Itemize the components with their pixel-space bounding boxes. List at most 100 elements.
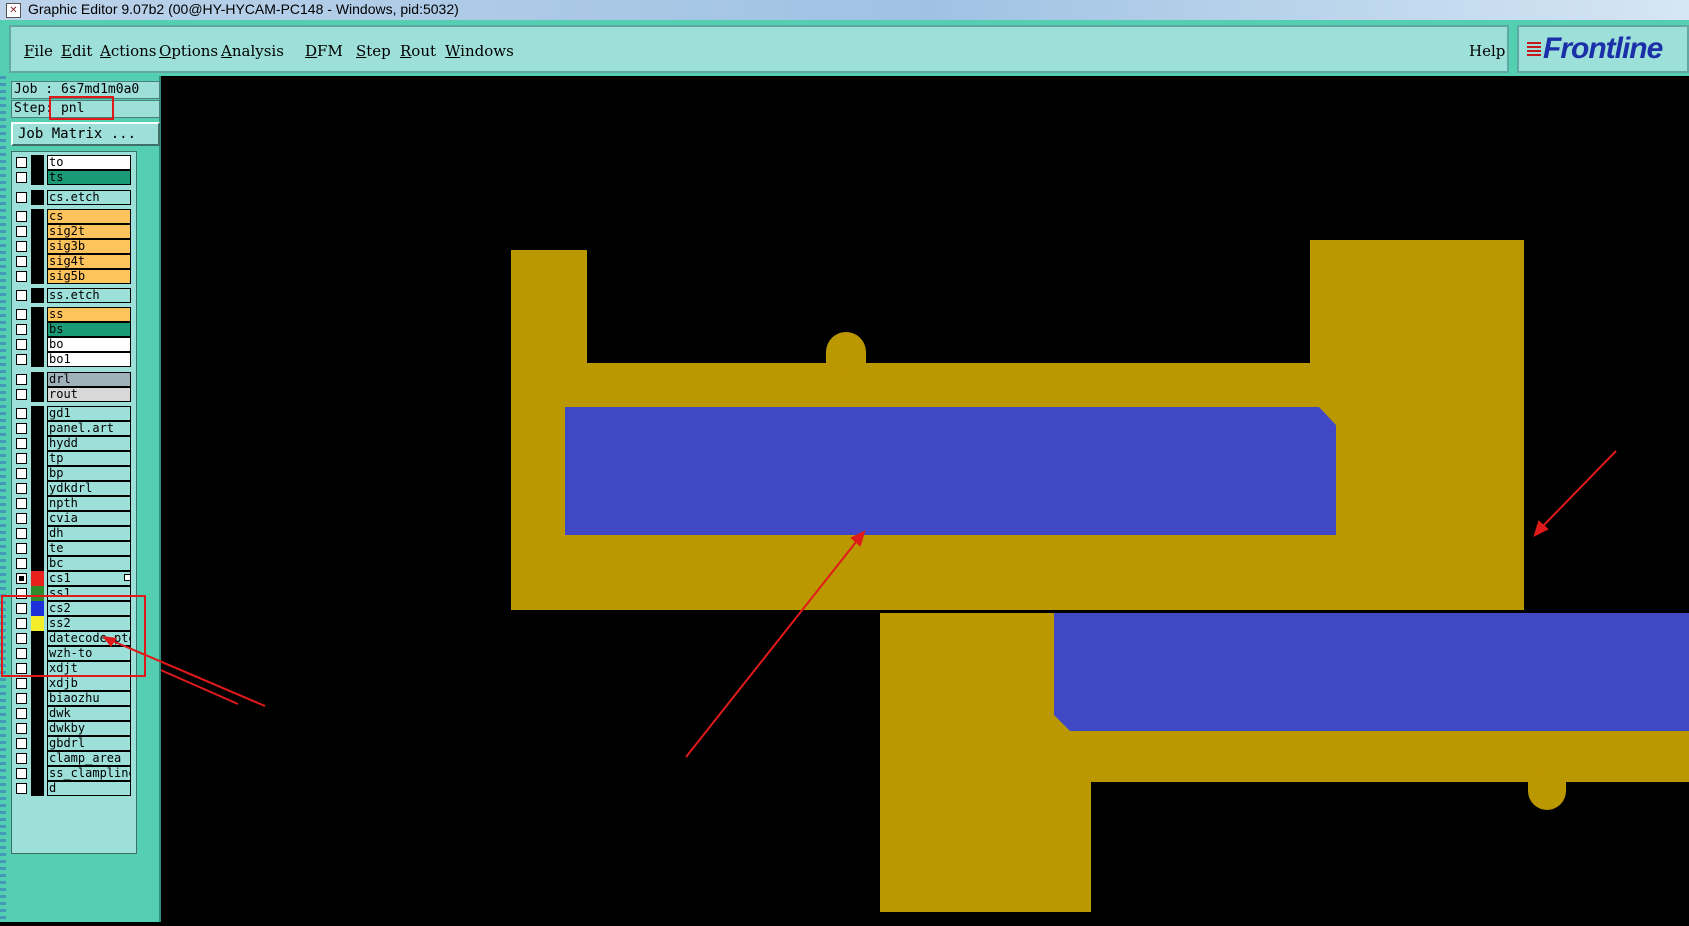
layer-row[interactable]: bs	[14, 322, 131, 337]
layer-row[interactable]: npth	[14, 496, 131, 511]
layer-color-swatch[interactable]	[31, 387, 44, 402]
menu-analysis[interactable]: Analysis	[221, 42, 284, 60]
layer-color-swatch[interactable]	[31, 541, 44, 556]
layer-color-swatch[interactable]	[31, 352, 44, 367]
layer-row[interactable]: bo	[14, 337, 131, 352]
layer-checkbox[interactable]	[16, 290, 27, 301]
layer-color-swatch[interactable]	[31, 736, 44, 751]
layer-checkbox[interactable]	[16, 226, 27, 237]
layer-name[interactable]: cs	[47, 209, 131, 224]
layer-row[interactable]: ydkdrl	[14, 481, 131, 496]
layer-checkbox[interactable]	[16, 271, 27, 282]
layer-checkbox[interactable]	[16, 157, 27, 168]
layer-row[interactable]: bc	[14, 556, 131, 571]
layer-color-swatch[interactable]	[31, 781, 44, 796]
layer-color-swatch[interactable]	[31, 337, 44, 352]
layer-checkbox[interactable]	[16, 513, 27, 524]
layer-row[interactable]: d	[14, 781, 131, 796]
layer-checkbox[interactable]	[16, 498, 27, 509]
layer-row[interactable]: sig3b	[14, 239, 131, 254]
layer-color-swatch[interactable]	[31, 209, 44, 224]
layer-checkbox[interactable]	[16, 708, 27, 719]
menu-dfm[interactable]: DFM	[305, 42, 343, 60]
menu-file[interactable]: File	[24, 42, 53, 60]
layer-checkbox[interactable]	[16, 324, 27, 335]
layer-name[interactable]: drl	[47, 372, 131, 387]
layer-color-swatch[interactable]	[31, 556, 44, 571]
menu-options[interactable]: Options	[159, 42, 218, 60]
layer-checkbox[interactable]	[16, 256, 27, 267]
menu-help[interactable]: Help	[1469, 42, 1505, 60]
layer-row[interactable]: drl	[14, 372, 131, 387]
layer-row[interactable]: sig4t	[14, 254, 131, 269]
layer-color-swatch[interactable]	[31, 421, 44, 436]
layer-row[interactable]: bo1	[14, 352, 131, 367]
layer-row[interactable]: hydd	[14, 436, 131, 451]
layer-checkbox[interactable]	[16, 783, 27, 794]
layer-name[interactable]: cvia	[47, 511, 131, 526]
layer-color-swatch[interactable]	[31, 766, 44, 781]
layer-name[interactable]: gbdrl	[47, 736, 131, 751]
layer-name[interactable]: sig4t	[47, 254, 131, 269]
layer-name[interactable]: cs1	[47, 571, 131, 586]
layer-color-swatch[interactable]	[31, 322, 44, 337]
layer-name[interactable]: dwkby	[47, 721, 131, 736]
layer-row[interactable]: ss	[14, 307, 131, 322]
layer-color-swatch[interactable]	[31, 307, 44, 322]
layer-name[interactable]: sig5b	[47, 269, 131, 284]
menu-rout[interactable]: Rout	[400, 42, 436, 60]
layer-color-swatch[interactable]	[31, 721, 44, 736]
layer-checkbox[interactable]	[16, 241, 27, 252]
layer-checkbox[interactable]	[16, 753, 27, 764]
layer-row[interactable]: clamp_area	[14, 751, 131, 766]
layer-color-swatch[interactable]	[31, 239, 44, 254]
menu-actions[interactable]: Actions	[100, 42, 156, 60]
layer-name[interactable]: ts	[47, 170, 131, 185]
layer-color-swatch[interactable]	[31, 190, 44, 205]
layer-checkbox[interactable]	[16, 543, 27, 554]
layer-name[interactable]: to	[47, 155, 131, 170]
layer-checkbox[interactable]	[16, 453, 27, 464]
layer-name[interactable]: bp	[47, 466, 131, 481]
menu-edit[interactable]: Edit	[61, 42, 92, 60]
layer-row[interactable]: dh	[14, 526, 131, 541]
layer-name[interactable]: sig2t	[47, 224, 131, 239]
layer-color-swatch[interactable]	[31, 751, 44, 766]
layer-row[interactable]: cs1	[14, 571, 131, 586]
layer-name[interactable]: te	[47, 541, 131, 556]
layer-checkbox[interactable]	[16, 693, 27, 704]
layer-name[interactable]: npth	[47, 496, 131, 511]
layer-color-swatch[interactable]	[31, 254, 44, 269]
layer-color-swatch[interactable]	[31, 451, 44, 466]
layer-row[interactable]: gbdrl	[14, 736, 131, 751]
layer-checkbox[interactable]	[16, 483, 27, 494]
layer-checkbox[interactable]	[16, 339, 27, 350]
layer-row[interactable]: tp	[14, 451, 131, 466]
layer-checkbox[interactable]	[16, 573, 27, 584]
layer-name[interactable]: ydkdrl	[47, 481, 131, 496]
layer-row[interactable]: cs	[14, 209, 131, 224]
layer-row[interactable]: cs.etch	[14, 190, 131, 205]
layer-name[interactable]: bo	[47, 337, 131, 352]
layer-checkbox[interactable]	[16, 408, 27, 419]
layer-name[interactable]: ss_clampline	[47, 766, 131, 781]
layer-checkbox[interactable]	[16, 738, 27, 749]
layer-color-swatch[interactable]	[31, 436, 44, 451]
layer-row[interactable]: bp	[14, 466, 131, 481]
layer-checkbox[interactable]	[16, 423, 27, 434]
layer-name[interactable]: panel.art	[47, 421, 131, 436]
layer-color-swatch[interactable]	[31, 481, 44, 496]
layer-color-swatch[interactable]	[31, 406, 44, 421]
layer-name[interactable]: cs.etch	[47, 190, 131, 205]
layer-row[interactable]: gd1	[14, 406, 131, 421]
layer-checkbox[interactable]	[16, 558, 27, 569]
layer-color-swatch[interactable]	[31, 466, 44, 481]
layer-name[interactable]: gd1	[47, 406, 131, 421]
layer-name[interactable]: d	[47, 781, 131, 796]
layer-name[interactable]: ss.etch	[47, 288, 131, 303]
layer-checkbox[interactable]	[16, 309, 27, 320]
layer-name[interactable]: bo1	[47, 352, 131, 367]
layer-checkbox[interactable]	[16, 211, 27, 222]
layer-name[interactable]: bs	[47, 322, 131, 337]
menu-step[interactable]: Step	[356, 42, 391, 60]
